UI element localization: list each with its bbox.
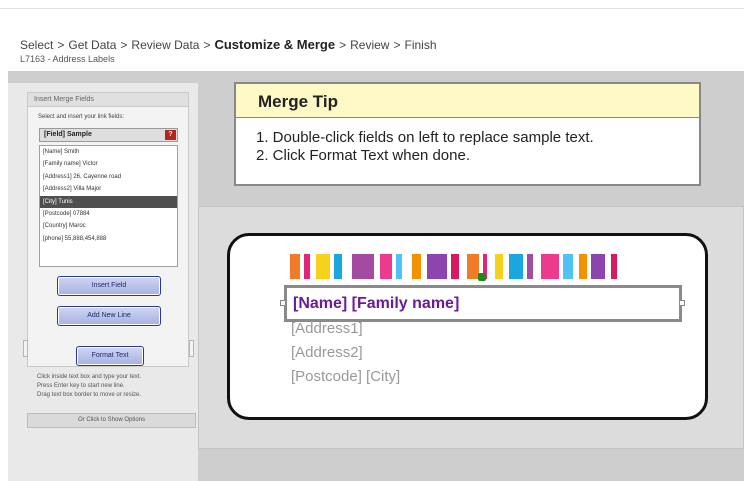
stripe-segment [427, 254, 447, 279]
breadcrumb: Select > Get Data > Review Data > Customize & … [20, 37, 437, 52]
resize-handle-left[interactable] [280, 300, 286, 306]
stripe-segment [396, 254, 402, 279]
resize-handle-right[interactable] [679, 300, 685, 306]
merge-field-item[interactable]: [Address2] Villa Major [40, 183, 177, 195]
merge-tip-line-2: 2. Click Format Text when done. [256, 147, 470, 164]
stripe-segment [304, 254, 310, 279]
breadcrumb-select[interactable]: Select [20, 38, 53, 52]
merge-field-item[interactable]: [Country] Maroc [40, 220, 177, 232]
breadcrumb-review[interactable]: Review [350, 38, 389, 52]
breadcrumb-separator: > [393, 38, 401, 52]
stripe-segment [563, 254, 573, 279]
stripe-segment [591, 254, 605, 279]
breadcrumb-finish[interactable]: Finish [405, 38, 437, 52]
field-list-header: [Field] Sample ? [39, 128, 178, 142]
merge-field-list[interactable]: [Name] Smith [Family name] Victor [Address… [39, 145, 178, 267]
postcode-city-merge-text[interactable]: [Postcode] [City] [291, 368, 400, 385]
move-cursor-icon [478, 273, 486, 281]
breadcrumb-review-data[interactable]: Review Data [131, 38, 199, 52]
stripe-segment [509, 254, 523, 279]
merge-tip-box: Merge Tip 1. Double-click fields on left… [234, 82, 701, 186]
instruction-line: Drag text box border to move or resize. [37, 392, 142, 398]
breadcrumb-get-data[interactable]: Get Data [68, 38, 116, 52]
stripe-segment [541, 254, 559, 279]
show-options-link[interactable]: Or Click to Show Options [27, 413, 196, 428]
merge-field-item[interactable]: [Postcode] 07884 [40, 208, 177, 220]
merge-tip-title: Merge Tip [236, 84, 699, 118]
add-new-line-button[interactable]: Add New Line [57, 306, 161, 326]
breadcrumb-separator: > [339, 38, 347, 52]
breadcrumb-separator: > [57, 38, 65, 52]
address1-merge-text[interactable]: [Address1] [291, 320, 363, 337]
instruction-line: Press Enter key to start new line. [37, 383, 125, 389]
merge-field-item[interactable]: [Address1] 26, Cayenne road [40, 171, 177, 183]
editing-instructions: Click inside text box and type your text… [37, 373, 197, 400]
stripe-segment [412, 254, 421, 279]
stripe-segment [334, 254, 342, 279]
stripe-segment [451, 254, 459, 279]
stripe-segment [290, 254, 300, 279]
stripe-segment [611, 254, 617, 279]
decorative-color-stripe [290, 254, 711, 279]
name-merge-text: [Name] [Family name] [293, 295, 460, 312]
merge-fields-instruction: Select and insert your link fields: [38, 114, 125, 120]
panel-collapse-handle-left[interactable] [23, 340, 28, 357]
panel-collapse-handle-right[interactable] [189, 340, 194, 357]
merge-field-item[interactable]: [phone] 55,888,454,888 [40, 233, 177, 245]
merge-field-item[interactable]: [Name] Smith [40, 146, 177, 158]
template-subtitle: L7163 - Address Labels [20, 54, 115, 64]
breadcrumb-separator: > [120, 38, 128, 52]
breadcrumb-customize-merge: Customize & Merge [214, 37, 336, 52]
merge-field-item[interactable]: [Family name] Victor [40, 158, 177, 170]
format-text-button[interactable]: Format Text [76, 346, 144, 366]
insert-field-button[interactable]: Insert Field [57, 276, 161, 296]
top-divider [0, 8, 744, 9]
instruction-line: Click inside text box and type your text… [37, 374, 142, 380]
breadcrumb-separator: > [203, 38, 211, 52]
name-text-box[interactable]: [Name] [Family name] [284, 285, 682, 322]
stripe-segment [527, 254, 533, 279]
stripe-segment [495, 254, 503, 279]
help-icon[interactable]: ? [165, 130, 176, 140]
stripe-segment [579, 254, 587, 279]
merge-tip-line-1: 1. Double-click fields on left to replac… [256, 129, 594, 146]
address2-merge-text[interactable]: [Address2] [291, 344, 363, 361]
field-list-header-label: [Field] Sample [44, 131, 92, 138]
merge-fields-title: Insert Merge Fields [28, 93, 188, 107]
stripe-segment [316, 254, 330, 279]
merge-fields-panel: Insert Merge Fields Select and insert yo… [27, 92, 189, 367]
merge-field-item[interactable]: [City] Tunis [40, 195, 177, 208]
stripe-segment [352, 254, 374, 279]
stripe-segment [380, 254, 392, 279]
